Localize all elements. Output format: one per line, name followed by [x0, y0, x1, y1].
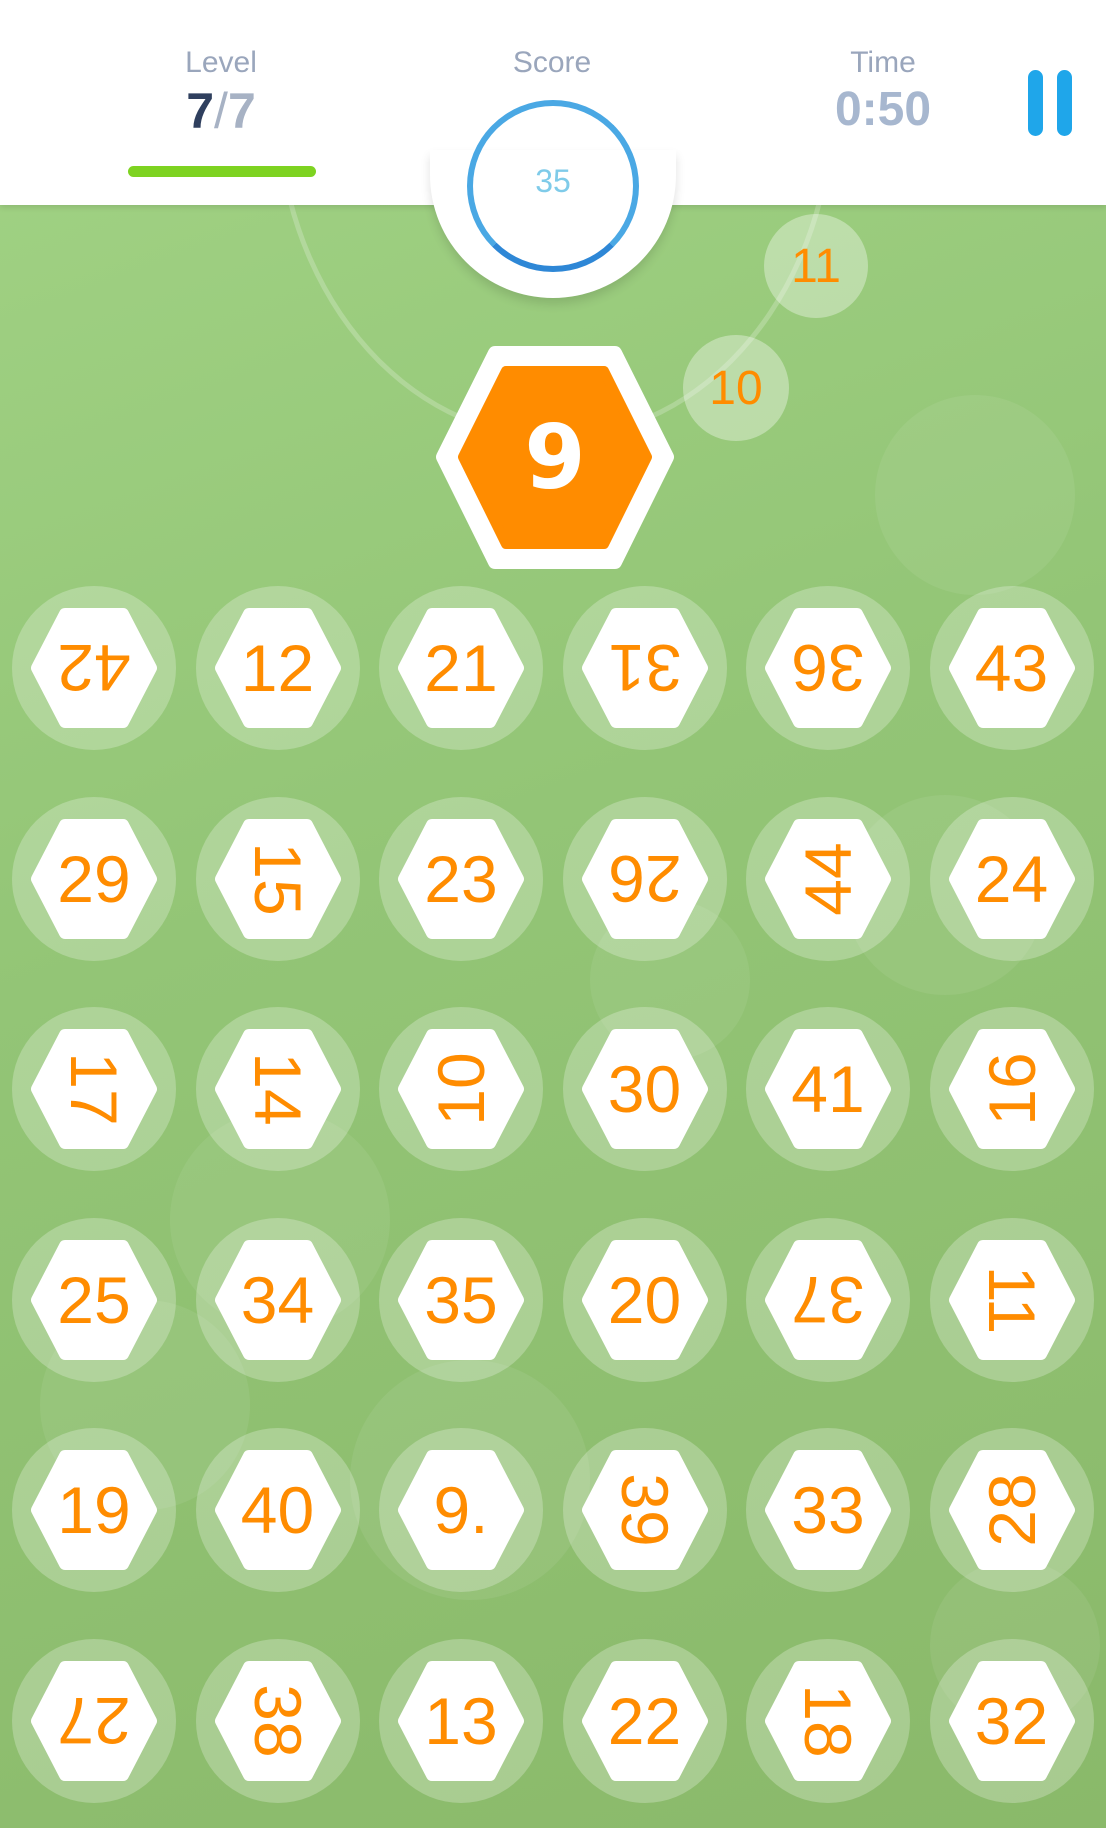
tile-number: 9. [433, 1473, 489, 1547]
number-tile[interactable]: 36 [746, 586, 910, 750]
number-tile[interactable]: 22 [562, 1638, 727, 1803]
number-tile[interactable]: 15 [195, 796, 360, 961]
tile-number: 22 [607, 1683, 682, 1758]
tile-number: 35 [424, 1262, 498, 1337]
number-tile[interactable]: 14 [195, 1007, 360, 1171]
tile-number: 34 [240, 1262, 315, 1337]
tile-number: 12 [240, 631, 315, 705]
current-target-hexagon: 9 [435, 345, 675, 570]
tile-number: 13 [424, 1683, 498, 1758]
tile-number: 26 [607, 841, 682, 916]
tile-number: 44 [791, 841, 865, 916]
tile-number: 21 [424, 631, 498, 705]
tile-number: 23 [424, 841, 498, 916]
number-tile[interactable]: 26 [562, 796, 727, 961]
tile-number: 17 [57, 1052, 131, 1126]
number-tile[interactable]: 42 [12, 586, 176, 750]
tile-number: 18 [791, 1683, 865, 1758]
number-tile[interactable]: 41 [746, 1007, 910, 1171]
number-tile[interactable]: 35 [379, 1217, 543, 1382]
tile-number: 20 [607, 1262, 682, 1337]
number-tile[interactable]: 10 [379, 1007, 543, 1171]
level-total: 7 [227, 83, 256, 139]
tile-number: 38 [240, 1683, 315, 1758]
pause-button[interactable] [1025, 70, 1075, 138]
tile-number: 32 [974, 1683, 1049, 1758]
number-tile[interactable]: 17 [12, 1007, 176, 1171]
tile-number: 25 [57, 1262, 131, 1337]
tile-number: 36 [791, 631, 865, 705]
number-tile[interactable]: 32 [929, 1638, 1094, 1803]
number-tile[interactable]: 31 [562, 586, 727, 750]
tile-number: 29 [57, 841, 131, 916]
number-tile[interactable]: 38 [195, 1638, 360, 1803]
number-tile[interactable]: 39 [562, 1428, 727, 1592]
number-tile[interactable]: 28 [929, 1428, 1094, 1592]
tile-number: 27 [57, 1683, 131, 1758]
background-bokeh [875, 395, 1075, 595]
tile-number: 40 [240, 1473, 315, 1547]
current-target-number: 9 [524, 406, 586, 509]
number-tile[interactable]: 20 [562, 1217, 727, 1382]
level-separator: / [214, 83, 228, 139]
level-current: 7 [186, 83, 215, 139]
number-tile[interactable]: 43 [929, 586, 1094, 750]
tile-number: 15 [240, 841, 315, 916]
number-tile[interactable]: 12 [195, 586, 360, 750]
tile-number: 39 [607, 1473, 682, 1547]
number-tile[interactable]: 33 [746, 1428, 910, 1592]
number-tile[interactable]: 44 [746, 796, 910, 961]
number-tile[interactable]: 11 [929, 1217, 1094, 1382]
tile-number: 37 [791, 1262, 865, 1337]
number-tile[interactable]: 25 [12, 1217, 176, 1382]
number-tile[interactable]: 37 [746, 1217, 910, 1382]
score-value: 35 [535, 163, 571, 199]
tile-number: 41 [791, 1052, 865, 1126]
score-label: Score [512, 46, 592, 79]
level-progress-bar [128, 166, 316, 177]
time-value: 0:50 [834, 83, 932, 136]
number-tile[interactable]: 16 [929, 1007, 1094, 1171]
number-tile[interactable]: 9. [379, 1428, 543, 1592]
number-tile[interactable]: 40 [195, 1428, 360, 1592]
tile-number: 28 [974, 1473, 1049, 1547]
tile-number: 10 [424, 1052, 498, 1126]
tile-number: 33 [791, 1473, 865, 1547]
tile-number: 43 [974, 631, 1049, 705]
number-tile[interactable]: 21 [379, 586, 543, 750]
tile-number: 24 [974, 841, 1049, 916]
number-tile[interactable]: 24 [929, 796, 1094, 961]
number-tile[interactable]: 13 [379, 1638, 543, 1803]
number-tile[interactable]: 18 [746, 1638, 910, 1803]
tile-number: 11 [974, 1265, 1049, 1334]
upcoming-number-bubble: 11 [764, 214, 868, 318]
tile-number: 31 [607, 631, 682, 705]
tile-number: 19 [57, 1473, 131, 1547]
number-tile[interactable]: 27 [12, 1638, 176, 1803]
tile-number: 16 [974, 1052, 1049, 1126]
tile-number: 14 [240, 1052, 315, 1126]
number-tile[interactable]: 23 [379, 796, 543, 961]
number-tile[interactable]: 19 [12, 1428, 176, 1592]
level-label: Level [185, 46, 257, 79]
number-tile[interactable]: 30 [562, 1007, 727, 1171]
tile-number: 42 [57, 631, 131, 705]
time-label: Time [850, 46, 916, 79]
level-indicator: 7/7 [121, 82, 321, 140]
number-tile[interactable]: 29 [12, 796, 176, 961]
number-tile[interactable]: 34 [195, 1217, 360, 1382]
upcoming-number-bubble: 10 [683, 335, 789, 441]
tile-number: 30 [607, 1052, 682, 1126]
